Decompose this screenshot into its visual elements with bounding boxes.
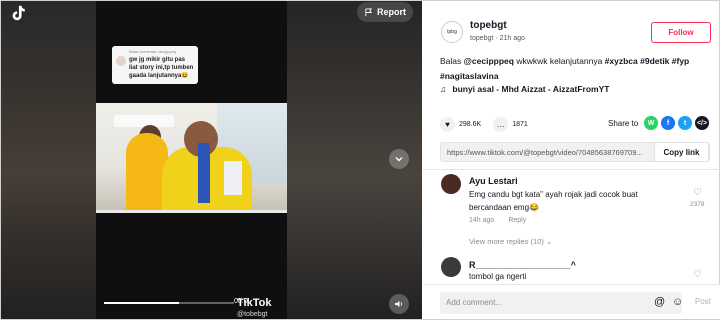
divider [423,169,720,170]
watermark-username: @tobebgt [237,311,268,318]
video-progress-bar[interactable] [104,302,234,304]
music-note-icon: ♫ [440,84,447,94]
facebook-icon[interactable]: f [661,116,675,130]
view-more-replies-label: View more replies (10) [469,237,544,246]
add-comment-input[interactable]: Add comment... @ ☺ [440,292,683,314]
reply-card-header: Balas komentar cecipppeq [129,49,177,54]
comment-heart-icon[interactable]: ♡ [693,269,702,280]
caption-text: wkwkwk kelanjutannya [513,56,605,66]
comment-text: Emg candu bgt kata" ayah rojak jadi coco… [469,190,638,212]
music-title: bunyi asal - Mhd Aizzat - AizzatFromYT [452,84,610,94]
author-subtitle: topebgt · 21h ago [470,35,525,42]
commenter-name[interactable]: Ayu Lestari [469,176,518,186]
video-scene [96,103,287,210]
flag-icon [365,7,373,16]
post-comment-button[interactable]: Post [695,297,711,306]
comment-time: 14h ago [469,217,495,224]
comment-icon[interactable]: … [493,117,509,132]
emoji-icon[interactable]: ☺ [672,296,683,308]
blue-jacket [198,143,210,203]
commenter-name[interactable]: R___________________^ [469,260,576,270]
caption-mention-link[interactable]: @cecipppeq [464,56,514,66]
reply-link[interactable]: Reply [508,217,526,224]
comment-text: tombol ga ngerti [469,272,527,281]
twitter-icon[interactable]: t [678,116,692,130]
author-avatar[interactable]: tpbg [441,21,463,43]
copy-link-button[interactable]: Copy link [654,142,709,162]
comment-heart-icon[interactable]: ♡ [693,187,702,198]
reply-avatar [116,56,126,66]
caption-prefix: Balas [440,56,464,66]
video-progress-fill [104,302,180,304]
video-link-box: https://www.tiktok.com/@topebgt/video/70… [440,142,710,162]
scene-underline [96,210,287,213]
author-name[interactable]: topebgt [470,20,507,31]
caption-hashtag-nagita[interactable]: #nagitaslavina [440,71,499,81]
background-blur-left [1,1,96,319]
video-link-url[interactable]: https://www.tiktok.com/@topebgt/video/70… [447,148,655,157]
video-caption: Balas @cecipppeq wkwkwk kelanjutannya #x… [440,54,710,84]
comment-like-count: 2378 [690,201,705,208]
video-player[interactable]: Report Balas komentar cecipppeq gw jg mi… [1,1,422,319]
add-comment-bar: Add comment... @ ☺ Post [423,284,720,319]
view-more-replies[interactable]: View more replies (10) ⌄ [469,237,552,246]
heart-icon[interactable]: ♥ [440,117,455,132]
white-cloth [224,161,242,195]
chevron-down-icon [395,157,403,162]
music-link[interactable]: ♫ bunyi asal - Mhd Aizzat - AizzatFromYT [440,84,609,94]
share-label: Share to [608,119,639,128]
commenter-avatar[interactable] [441,174,461,194]
whatsapp-icon[interactable]: W [644,116,658,130]
add-comment-placeholder: Add comment... [446,298,503,307]
mention-icon[interactable]: @ [654,296,665,308]
reply-card-text: gw jg mikir gitu pas liat story ini,tp t… [129,57,194,79]
commenter-avatar[interactable] [441,257,461,277]
next-video-button[interactable] [389,149,409,169]
follow-button[interactable]: Follow [651,22,711,43]
caption-hashtags[interactable]: #xyzbca #9detik #fyp [605,56,690,66]
comment-meta: 14h ago Reply [469,217,526,224]
ac-unit [114,115,174,127]
like-count: 298.6K [459,121,482,128]
volume-button[interactable] [389,294,409,314]
engagement-stats: ♥ 298.6K … 1871 [440,117,528,132]
chevron-down-icon: ⌄ [545,237,553,246]
report-button[interactable]: Report [357,2,413,22]
speaker-icon [395,301,403,307]
reply-comment-card: Balas komentar cecipppeq gw jg mikir git… [112,46,198,84]
embed-icon[interactable]: </> [695,116,709,130]
tiktok-watermark: TikTok [237,297,272,309]
report-label: Report [377,7,406,17]
tiktok-logo-icon[interactable] [9,4,27,22]
comment-count: 1871 [512,121,528,128]
